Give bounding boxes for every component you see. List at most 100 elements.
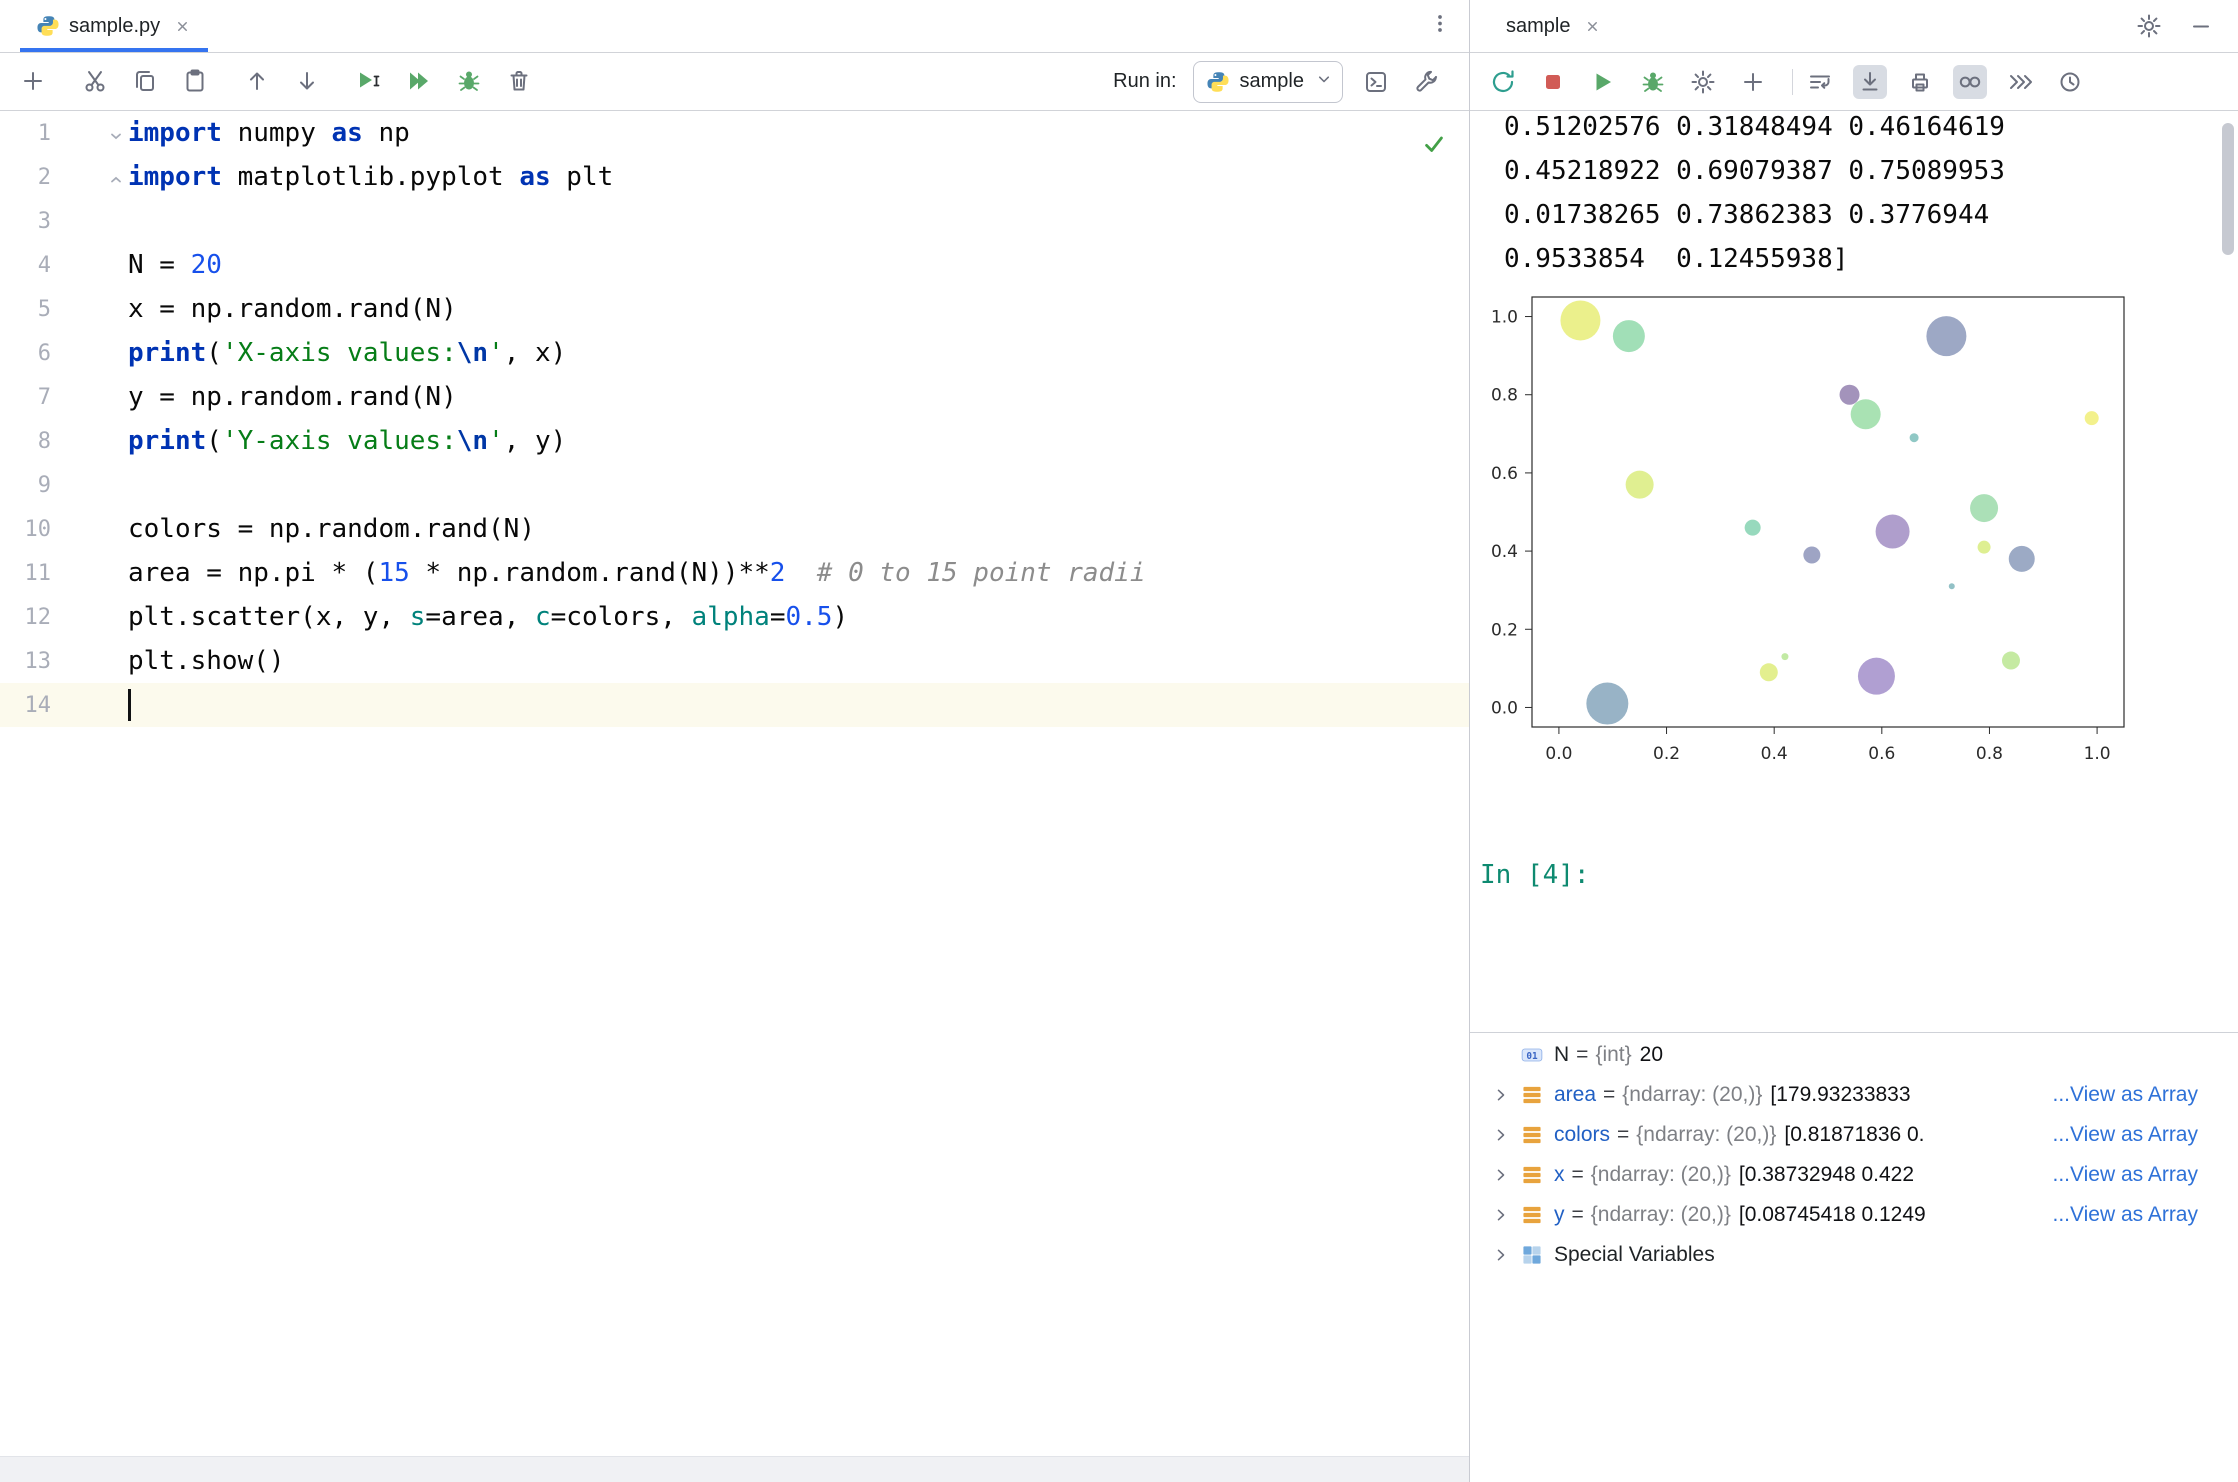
code-text xyxy=(128,689,131,721)
env-name: sample xyxy=(1240,70,1304,93)
run-all-icon xyxy=(405,67,433,95)
debug-button[interactable] xyxy=(1636,65,1670,99)
chevron-right-icon[interactable] xyxy=(1486,1085,1516,1105)
env-dropdown[interactable]: sample xyxy=(1193,61,1343,103)
code-line: 12plt.scatter(x, y, s=area, c=colors, al… xyxy=(0,595,1469,639)
settings-icon xyxy=(2135,12,2163,40)
view-as-array-link[interactable]: ...View as Array xyxy=(2052,1123,2198,1147)
rerun-button[interactable] xyxy=(1486,65,1520,99)
run-cell-button[interactable] xyxy=(352,64,386,98)
equals-sign: = xyxy=(1572,1203,1584,1227)
variable-name: area xyxy=(1554,1083,1596,1107)
interpreter-settings-button[interactable] xyxy=(1686,65,1720,99)
stop-button[interactable] xyxy=(1536,65,1570,99)
copy-icon xyxy=(131,67,159,95)
variable-summary: area={ndarray: (20,)}[179.93233833 xyxy=(1548,1083,2050,1107)
code-editor[interactable]: 1import numpy as np2import matplotlib.py… xyxy=(0,111,1469,1456)
scatter-plot-svg: 0.00.20.40.60.81.00.00.20.40.60.81.0 xyxy=(1476,289,2136,767)
variable-row[interactable]: y={ndarray: (20,)}[0.08745418 0.1249...V… xyxy=(1470,1195,2238,1235)
svg-text:0.8: 0.8 xyxy=(1491,386,1518,406)
line-number: 8 xyxy=(0,429,128,454)
line-number: 7 xyxy=(0,385,128,410)
tab-sample-py[interactable]: sample.py xyxy=(20,0,208,52)
minimize-icon xyxy=(2187,12,2215,40)
cut-button[interactable] xyxy=(78,64,112,98)
run-all-button[interactable] xyxy=(402,64,436,98)
close-console-tab-icon[interactable] xyxy=(1583,17,1602,36)
variable-row[interactable]: colors={ndarray: (20,)}[0.81871836 0....… xyxy=(1470,1115,2238,1155)
variable-name: x xyxy=(1554,1163,1565,1187)
console-pane: sample 0.51202576 0.31848494 0.461646190… xyxy=(1470,0,2238,1482)
code-line: 14 xyxy=(0,683,1469,727)
toolbar-group xyxy=(1803,65,2087,99)
code-line: 10colors = np.random.rand(N) xyxy=(0,507,1469,551)
ide-window: sample.py Run in: sample 1import numpy a… xyxy=(0,0,2238,1482)
tab-sample-console[interactable]: sample xyxy=(1490,0,1618,52)
chevron-right-icon[interactable] xyxy=(1486,1245,1516,1265)
fold-down-icon[interactable] xyxy=(108,125,124,141)
variable-row[interactable]: 01 N={int}20 xyxy=(1470,1035,2238,1075)
move-up-button[interactable] xyxy=(240,64,274,98)
line-number: 6 xyxy=(0,341,128,366)
variable-summary: y={ndarray: (20,)}[0.08745418 0.1249 xyxy=(1548,1203,2050,1227)
svg-text:01: 01 xyxy=(1526,1051,1538,1062)
code-line: 1import numpy as np xyxy=(0,111,1469,155)
editor-toolbar-icons xyxy=(16,64,564,100)
console-button[interactable] xyxy=(1359,65,1393,99)
fold-up-icon[interactable] xyxy=(108,169,124,185)
chevron-right-icon[interactable] xyxy=(1486,1205,1516,1225)
run-all-cells-button[interactable] xyxy=(2003,65,2037,99)
variable-row[interactable]: Special Variables xyxy=(1470,1235,2238,1275)
variable-row[interactable]: area={ndarray: (20,)}[179.93233833...Vie… xyxy=(1470,1075,2238,1115)
add-tab-button[interactable] xyxy=(1736,65,1770,99)
view-as-array-link[interactable]: ...View as Array xyxy=(2052,1163,2198,1187)
console-scrollbar[interactable] xyxy=(2222,123,2234,255)
cut-icon xyxy=(81,67,109,95)
delete-icon xyxy=(505,67,533,95)
console-tabbar: sample xyxy=(1470,0,2238,53)
soft-wrap-button[interactable] xyxy=(1803,65,1837,99)
wrench-button[interactable] xyxy=(1409,65,1443,99)
paste-button[interactable] xyxy=(178,64,212,98)
show-variables-button[interactable] xyxy=(1953,65,1987,99)
editor-pane: sample.py Run in: sample 1import numpy a… xyxy=(0,0,1470,1482)
variable-name: colors xyxy=(1554,1123,1610,1147)
chevron-right-icon[interactable] xyxy=(1486,1125,1516,1145)
variables-rows: 01 N={int}20 area={ndarray: (20,)}[179.932… xyxy=(1470,1035,2238,1275)
more-options-icon[interactable] xyxy=(1427,11,1453,42)
chevron-right-icon[interactable] xyxy=(1486,1165,1516,1185)
console-output-line: 0.45218922 0.69079387 0.75089953 xyxy=(1504,149,2238,193)
variable-summary: x={ndarray: (20,)}[0.38732948 0.422 xyxy=(1548,1163,2050,1187)
add-tab-icon xyxy=(1739,68,1767,96)
print-button[interactable] xyxy=(1903,65,1937,99)
variable-row[interactable]: x={ndarray: (20,)}[0.38732948 0.422...Vi… xyxy=(1470,1155,2238,1195)
settings-button[interactable] xyxy=(2132,9,2166,43)
scroll-to-end-button[interactable] xyxy=(1853,65,1887,99)
print-icon xyxy=(1906,68,1934,96)
debug-button[interactable] xyxy=(452,64,486,98)
code-text: import matplotlib.pyplot as plt xyxy=(128,162,613,192)
code-line: 2import matplotlib.pyplot as plt xyxy=(0,155,1469,199)
view-as-array-link[interactable]: ...View as Array xyxy=(2052,1203,2198,1227)
copy-button[interactable] xyxy=(128,64,162,98)
variable-summary: N={int}20 xyxy=(1548,1043,2198,1067)
history-button[interactable] xyxy=(2053,65,2087,99)
console-output-area[interactable]: 0.51202576 0.31848494 0.461646190.452189… xyxy=(1470,111,2238,1032)
code-line: 11area = np.pi * (15 * np.random.rand(N)… xyxy=(0,551,1469,595)
soft-wrap-icon xyxy=(1806,68,1834,96)
move-down-button[interactable] xyxy=(290,64,324,98)
delete-button[interactable] xyxy=(502,64,536,98)
svg-text:0.6: 0.6 xyxy=(1491,464,1518,484)
minimize-button[interactable] xyxy=(2184,9,2218,43)
add-button[interactable] xyxy=(16,64,50,98)
variable-type: {ndarray: (20,)} xyxy=(1622,1083,1762,1107)
variable-type: {ndarray: (20,)} xyxy=(1591,1163,1731,1187)
svg-text:0.6: 0.6 xyxy=(1868,744,1895,764)
line-number: 13 xyxy=(0,649,128,674)
inspection-ok-icon[interactable] xyxy=(1421,131,1447,164)
code-text: print('Y-axis values:\n', y) xyxy=(128,426,566,456)
view-as-array-link[interactable]: ...View as Array xyxy=(2052,1083,2198,1107)
close-tab-icon[interactable] xyxy=(173,17,192,36)
run-button[interactable] xyxy=(1586,65,1620,99)
ndarray-type-icon xyxy=(1516,1083,1548,1107)
